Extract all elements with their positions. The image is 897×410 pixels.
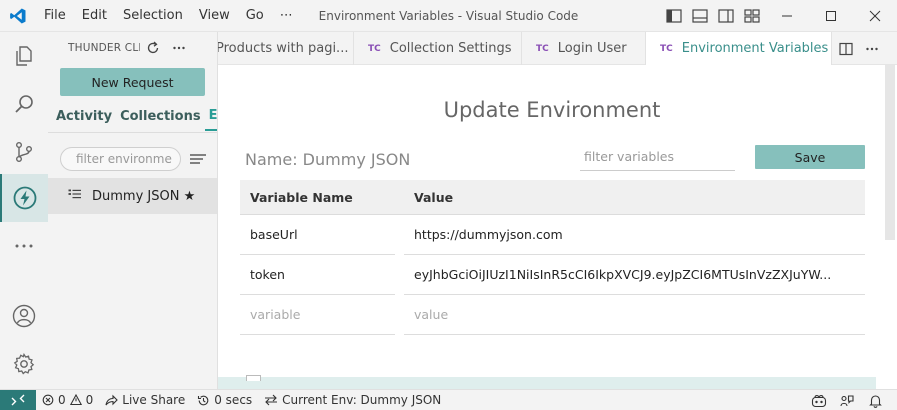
sidebar-title: THUNDER CLIE... <box>68 42 140 54</box>
live-share-icon <box>105 394 119 405</box>
variable-value-input[interactable]: eyJhbGciOiJIUzI1NiIsInR5cCI6IkpXVCJ9.eyJ… <box>404 255 865 295</box>
tab-label: Login User <box>557 41 627 56</box>
variable-value-input[interactable]: https://dummyjson.com <box>404 215 865 255</box>
refresh-icon[interactable] <box>140 32 166 64</box>
timer-label: 0 secs <box>214 393 253 407</box>
table-row: baseUrl https://dummyjson.com <box>240 215 865 255</box>
header-variable-name: Variable Name <box>250 189 353 205</box>
sidebar-divider <box>48 132 217 133</box>
new-variable-value-input[interactable]: value <box>404 295 865 335</box>
warning-icon <box>69 394 82 406</box>
menu-file[interactable]: File <box>36 0 74 32</box>
accounts-icon[interactable] <box>0 292 48 340</box>
tab-env[interactable]: Env <box>204 103 217 131</box>
close-window-icon[interactable] <box>853 0 897 32</box>
table-row: token eyJhbGciOiJIUzI1NiIsInR5cCI6IkpXVC… <box>240 255 865 295</box>
table-header: Variable Name Value <box>240 180 865 215</box>
settings-gear-icon[interactable] <box>0 340 48 388</box>
tc-icon: TC <box>368 43 381 54</box>
environment-editor: Update Environment Name: Dummy JSON filt… <box>218 65 897 389</box>
tab-collections[interactable]: Collections <box>116 102 205 132</box>
explorer-icon[interactable] <box>0 32 48 80</box>
current-env-item[interactable]: Current Env: Dummy JSON <box>258 393 447 407</box>
remote-indicator-icon[interactable] <box>0 389 36 410</box>
maximize-icon[interactable] <box>809 0 853 32</box>
save-button[interactable]: Save <box>755 145 865 169</box>
tab-label: Products with pagi... <box>218 41 349 56</box>
switch-arrows-icon <box>265 394 278 406</box>
menu-selection[interactable]: Selection <box>115 0 191 32</box>
env-item-label: Dummy JSON ★ <box>92 188 196 204</box>
editor-more-icon[interactable] <box>859 32 885 65</box>
environment-list-icon <box>68 188 82 204</box>
menu-edit[interactable]: Edit <box>74 0 115 32</box>
toggle-secondary-sidebar-icon[interactable] <box>713 0 739 32</box>
notifications-bell-icon[interactable] <box>861 394 889 408</box>
thunder-client-sidebar: THUNDER CLIE... New Request Activity Col… <box>48 32 218 389</box>
thunder-client-icon[interactable] <box>0 174 48 222</box>
tab-login-user[interactable]: TC Login User <box>522 32 646 65</box>
title-bar: File Edit Selection View Go ⋯ Environmen… <box>0 0 897 32</box>
header-value: Value <box>414 189 454 205</box>
vertical-scrollbar[interactable] <box>885 65 895 240</box>
env-item-dummy-json[interactable]: Dummy JSON ★ <box>48 178 217 214</box>
warning-count: 0 <box>85 393 94 407</box>
filter-variables-input[interactable]: filter variables <box>580 145 735 171</box>
environment-name-field[interactable]: Name: Dummy JSON <box>245 147 415 173</box>
tab-label: Environment Variables <box>681 41 829 56</box>
new-variable-row: variable value <box>240 295 865 335</box>
tab-environment-variables[interactable]: TC Environment Variables <box>646 32 832 65</box>
status-bar: 0 0 Live Share 0 secs Current Env: Dummy… <box>0 389 897 410</box>
checkbox[interactable] <box>246 375 261 381</box>
page-title: Update Environment <box>443 98 661 122</box>
variable-name-input[interactable]: token <box>240 255 395 295</box>
tc-icon: TC <box>660 43 673 54</box>
menu-more[interactable]: ⋯ <box>272 0 301 32</box>
editor-tabs: Products with pagi... TC Collection Sett… <box>218 32 897 65</box>
new-variable-name-input[interactable]: variable <box>240 295 395 335</box>
tab-products-pagination[interactable]: Products with pagi... <box>218 32 354 65</box>
tab-activity[interactable]: Activity <box>52 102 116 132</box>
live-share-item[interactable]: Live Share <box>99 393 191 407</box>
variables-table: Variable Name Value baseUrl https://dumm… <box>240 180 865 335</box>
search-icon[interactable] <box>0 80 48 128</box>
more-views-icon[interactable] <box>0 222 48 270</box>
timer-item[interactable]: 0 secs <box>191 393 258 407</box>
toggle-primary-sidebar-icon[interactable] <box>661 0 687 32</box>
editor-footer-bar <box>218 377 876 389</box>
error-icon <box>42 394 54 406</box>
copilot-icon[interactable] <box>805 394 833 408</box>
filter-menu-icon[interactable] <box>188 149 208 169</box>
history-icon <box>198 395 209 405</box>
live-share-label: Live Share <box>122 393 186 407</box>
customize-layout-icon[interactable] <box>739 0 765 32</box>
vscode-logo-icon <box>0 0 36 32</box>
problems-indicator[interactable]: 0 0 <box>36 393 99 407</box>
feedback-icon[interactable] <box>833 394 861 408</box>
split-editor-icon[interactable] <box>833 32 859 65</box>
minimize-icon[interactable] <box>765 0 809 32</box>
sidebar-header: THUNDER CLIE... <box>48 32 217 64</box>
current-env-label: Current Env: Dummy JSON <box>282 393 442 407</box>
activity-bar <box>0 32 48 389</box>
error-count: 0 <box>58 393 66 407</box>
tab-collection-settings[interactable]: TC Collection Settings <box>354 32 522 65</box>
menu-go[interactable]: Go <box>238 0 272 32</box>
menu-view[interactable]: View <box>191 0 238 32</box>
filter-environment-input[interactable]: filter environme <box>60 147 181 171</box>
variable-name-input[interactable]: baseUrl <box>240 215 395 255</box>
new-request-button[interactable]: New Request <box>60 68 205 96</box>
source-control-icon[interactable] <box>0 128 48 176</box>
toggle-panel-icon[interactable] <box>687 0 713 32</box>
tab-label: Collection Settings <box>389 41 512 56</box>
sidebar-more-icon[interactable] <box>166 32 192 64</box>
sidebar-tabs: Activity Collections Env <box>48 102 217 132</box>
menu-bar: File Edit Selection View Go ⋯ <box>36 0 301 32</box>
tc-icon: TC <box>536 43 549 54</box>
